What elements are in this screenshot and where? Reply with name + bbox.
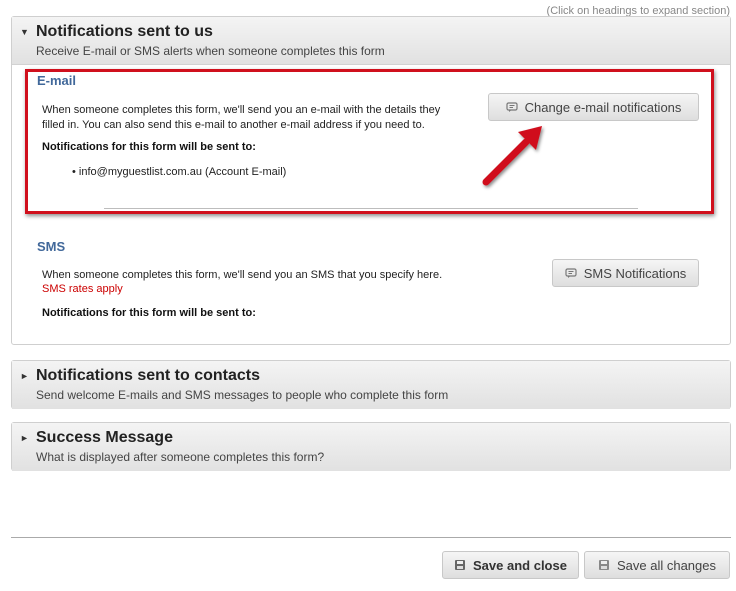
sms-description: When someone completes this form, we'll … (42, 269, 443, 281)
triangle-right-icon: ► (20, 371, 29, 381)
speech-bubble-icon (565, 267, 577, 279)
sms-rates-note: SMS rates apply (42, 283, 123, 295)
save-and-close-label: Save and close (473, 557, 567, 573)
sms-sent-to-label: Notifications for this form will be sent… (42, 307, 256, 319)
section-subtitle: What is displayed after someone complete… (36, 450, 325, 464)
section-title: Notifications sent to us (36, 23, 213, 40)
section-heading-notifications-us[interactable]: ▼ Notifications sent to us Receive E-mai… (12, 17, 730, 65)
section-heading-success-message[interactable]: ► Success Message What is displayed afte… (12, 423, 730, 471)
sms-notifications-button[interactable]: SMS Notifications (552, 259, 699, 287)
save-icon (454, 559, 466, 571)
save-and-close-button[interactable]: Save and close (442, 551, 579, 579)
save-all-changes-button[interactable]: Save all changes (584, 551, 730, 579)
footer-divider (11, 537, 731, 538)
highlight-box (25, 69, 714, 214)
save-all-changes-label: Save all changes (616, 557, 716, 573)
section-notifications-contacts: ► Notifications sent to contacts Send we… (11, 360, 731, 409)
section-title: Notifications sent to contacts (36, 367, 261, 384)
section-title: Success Message (36, 429, 173, 446)
red-arrow-icon (482, 126, 542, 186)
sms-subtitle: SMS (37, 239, 66, 254)
section-subtitle: Receive E-mail or SMS alerts when someon… (36, 44, 385, 58)
section-subtitle: Send welcome E-mails and SMS messages to… (36, 388, 449, 402)
section-success-message: ► Success Message What is displayed afte… (11, 422, 731, 471)
section-heading-notifications-contacts[interactable]: ► Notifications sent to contacts Send we… (12, 361, 730, 409)
triangle-down-icon: ▼ (20, 27, 29, 37)
sms-button-label: SMS Notifications (583, 265, 687, 281)
triangle-right-icon: ► (20, 433, 29, 443)
save-icon (598, 559, 610, 571)
